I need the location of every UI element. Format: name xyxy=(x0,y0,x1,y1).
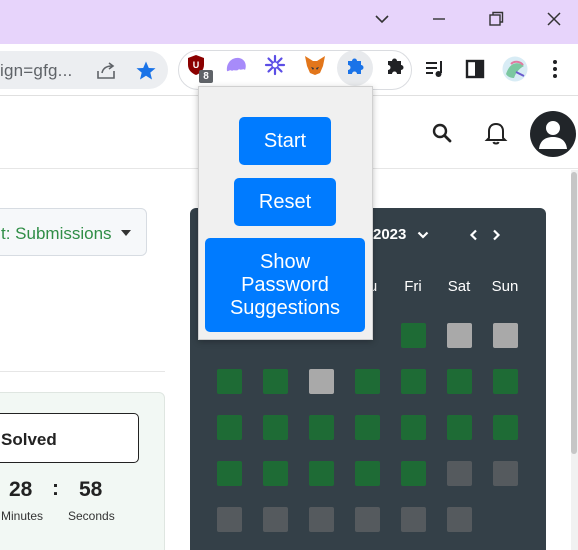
weekday-label: Sat xyxy=(447,278,471,295)
calendar-day-missed[interactable] xyxy=(447,323,472,348)
filter-prefix: t: xyxy=(1,224,16,243)
browser-menu-icon[interactable] xyxy=(542,56,568,82)
calendar-day-future[interactable] xyxy=(263,507,288,532)
calendar-day-missed[interactable] xyxy=(309,369,334,394)
close-window-button[interactable] xyxy=(539,8,569,30)
calendar-day-solved[interactable] xyxy=(401,461,426,486)
calendar-day-missed[interactable] xyxy=(493,323,518,348)
window-titlebar xyxy=(0,0,578,44)
calendar-day-solved[interactable] xyxy=(401,323,426,348)
address-bar[interactable]: ign=gfg... xyxy=(0,51,168,89)
filter-value: Submissions xyxy=(15,224,112,243)
calendar-day-solved[interactable] xyxy=(217,369,242,394)
solved-label: Solved xyxy=(1,430,57,449)
calendar-day-future[interactable] xyxy=(355,507,380,532)
minutes-unit-label: Minutes xyxy=(1,509,44,523)
calendar-day-future[interactable] xyxy=(217,507,242,532)
restore-icon xyxy=(489,11,504,26)
restore-button[interactable] xyxy=(481,8,511,30)
side-panel-icon[interactable] xyxy=(462,56,488,82)
profile-avatar-icon[interactable] xyxy=(502,56,528,82)
minimize-icon xyxy=(433,18,445,20)
reset-button[interactable]: Reset xyxy=(234,178,336,226)
calendar-day-future[interactable] xyxy=(309,507,334,532)
svg-text:U: U xyxy=(193,60,200,70)
chevron-down-icon xyxy=(375,15,389,24)
calendar-day-solved[interactable] xyxy=(447,415,472,440)
show-password-suggestions-button[interactable]: Show Password Suggestions xyxy=(205,238,365,332)
extension-popup: Start Reset Show Password Suggestions xyxy=(198,86,373,340)
calendar-day-solved[interactable] xyxy=(217,461,242,486)
notification-bell-icon[interactable] xyxy=(483,119,509,147)
user-icon xyxy=(539,121,567,149)
calendar-day-future[interactable] xyxy=(447,507,472,532)
calendar-day-solved[interactable] xyxy=(355,415,380,440)
solved-button[interactable]: Solved xyxy=(0,413,139,463)
calendar-day-solved[interactable] xyxy=(263,369,288,394)
calendar-day-future[interactable] xyxy=(493,461,518,486)
filter-label: t: Submissions xyxy=(1,224,112,244)
timer-separator: : xyxy=(52,477,59,500)
calendar-day-future[interactable] xyxy=(447,461,472,486)
section-divider xyxy=(0,371,165,372)
weekday-label: Sun xyxy=(491,278,519,295)
calendar-day-solved[interactable] xyxy=(263,415,288,440)
caret-down-icon xyxy=(121,230,131,236)
extensions-menu-icon[interactable] xyxy=(383,53,407,77)
user-avatar[interactable] xyxy=(530,111,576,157)
timer-minutes: 28 xyxy=(9,478,33,501)
calendar-next-icon[interactable] xyxy=(489,227,503,243)
search-icon[interactable] xyxy=(430,121,454,145)
calendar-day-solved[interactable] xyxy=(309,461,334,486)
close-icon xyxy=(547,12,561,26)
metamask-fox-icon[interactable] xyxy=(303,53,327,77)
timer-seconds: 58 xyxy=(79,478,103,501)
calendar-day-solved[interactable] xyxy=(217,415,242,440)
calendar-prev-icon[interactable] xyxy=(467,227,481,243)
calendar-day-solved[interactable] xyxy=(447,369,472,394)
submissions-filter-select[interactable]: t: Submissions xyxy=(0,208,147,256)
calendar-day-solved[interactable] xyxy=(355,369,380,394)
calendar-day-solved[interactable] xyxy=(493,369,518,394)
start-button[interactable]: Start xyxy=(239,117,331,165)
calendar-day-solved[interactable] xyxy=(309,415,334,440)
weekday-label: Fri xyxy=(404,278,422,295)
calendar-day-solved[interactable] xyxy=(401,369,426,394)
extension-badge: 8 xyxy=(199,70,213,83)
tab-search-button[interactable] xyxy=(367,8,397,30)
calendar-day-solved[interactable] xyxy=(493,415,518,440)
bookmark-star-icon[interactable] xyxy=(134,59,158,83)
calendar-day-solved[interactable] xyxy=(355,461,380,486)
sparkle-extension-icon[interactable] xyxy=(263,53,287,77)
ghost-extension-icon[interactable] xyxy=(224,53,248,77)
calendar-day-solved[interactable] xyxy=(401,415,426,440)
year-dropdown-chevron-icon[interactable] xyxy=(416,228,430,242)
calendar-day-solved[interactable] xyxy=(263,461,288,486)
calendar-year-label: 2023 xyxy=(373,226,407,243)
url-text: ign=gfg... xyxy=(0,61,73,80)
scrollbar-thumb[interactable] xyxy=(571,172,577,454)
share-icon[interactable] xyxy=(94,59,118,83)
extensions-pill xyxy=(178,50,412,90)
calendar-day-future[interactable] xyxy=(401,507,426,532)
minimize-button[interactable] xyxy=(424,8,454,30)
puzzle-extension-icon[interactable] xyxy=(343,53,367,77)
media-control-icon[interactable] xyxy=(422,56,448,82)
seconds-unit-label: Seconds xyxy=(68,509,115,523)
